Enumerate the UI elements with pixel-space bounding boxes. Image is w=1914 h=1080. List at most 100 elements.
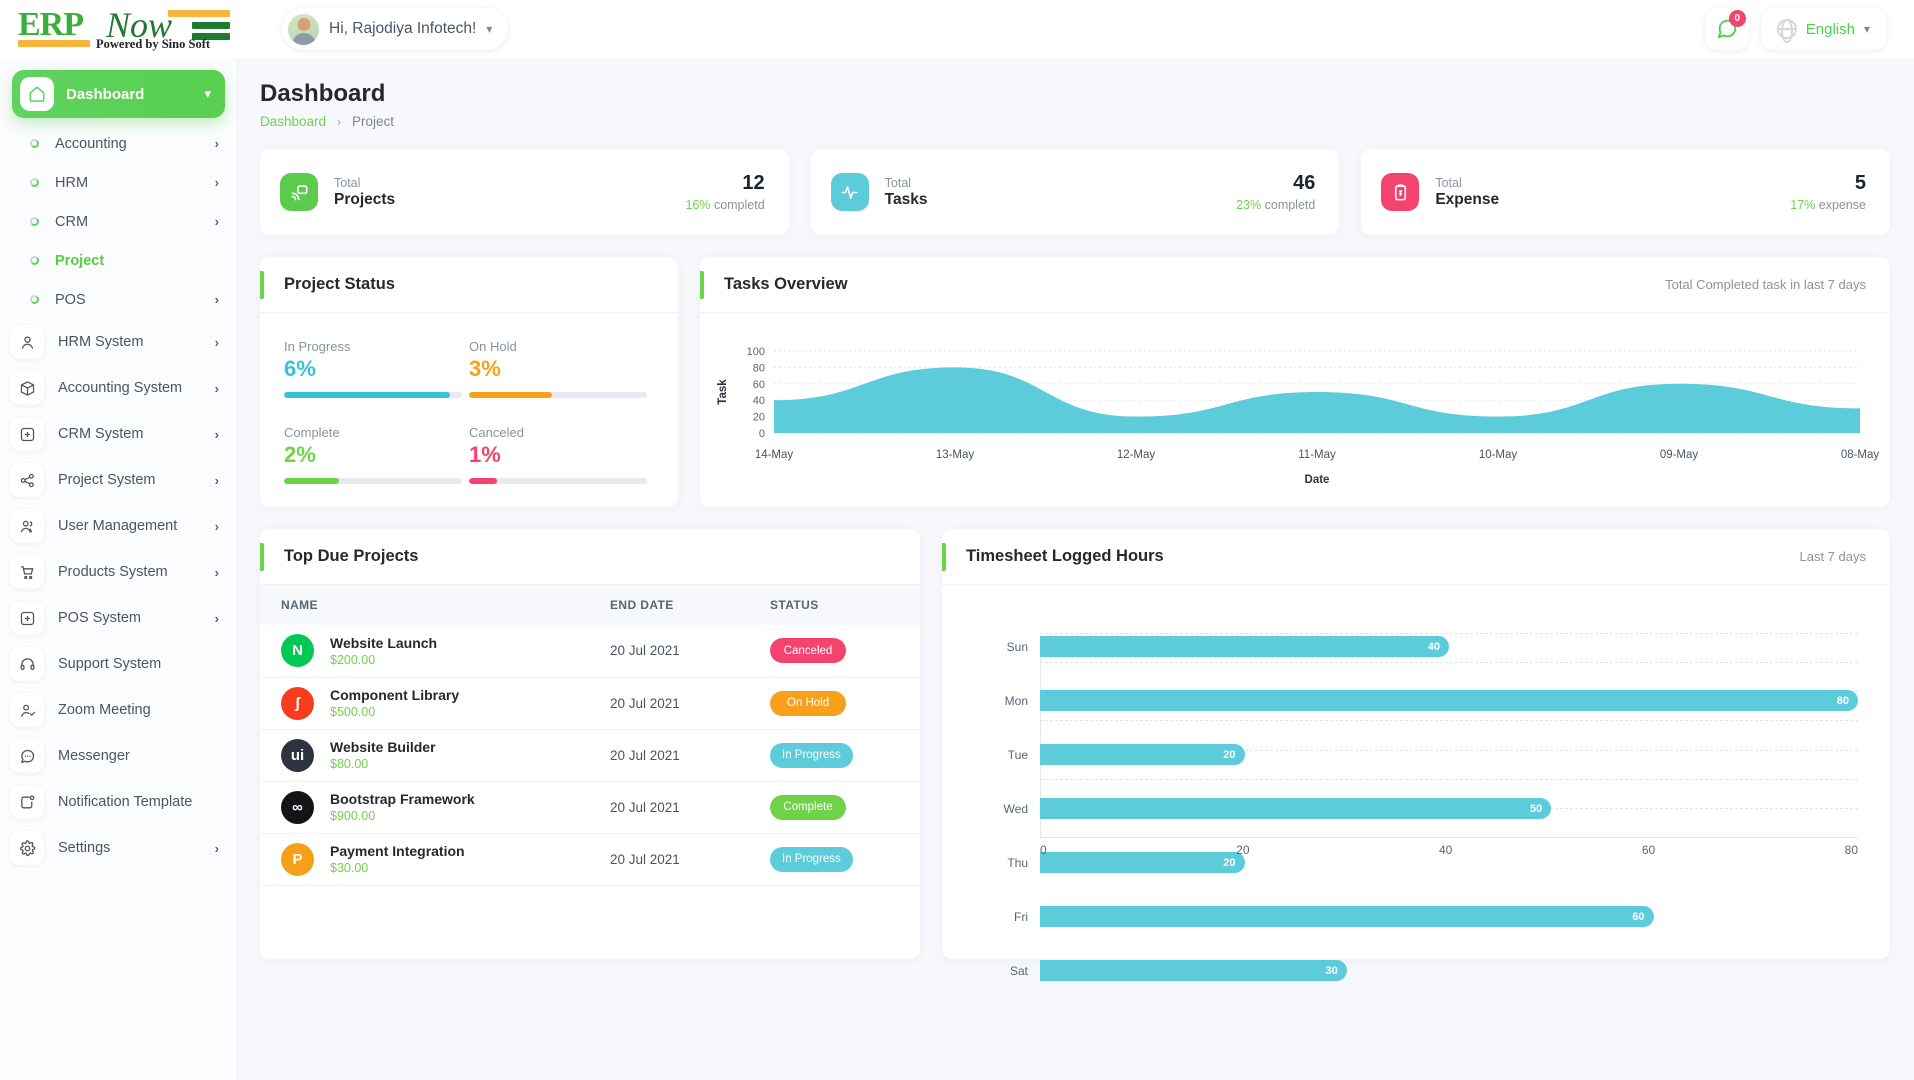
project-avatar: ∞ — [281, 790, 314, 824]
axis-tick: 40 — [1438, 843, 1453, 857]
bullet-icon — [30, 256, 39, 265]
stat-card-expense[interactable]: Total Expense 5 17% expense — [1361, 149, 1891, 235]
bar-track: 30 — [1040, 960, 1858, 981]
sidebar-item-label: Messenger — [58, 748, 130, 764]
timesheet-chart[interactable]: Sun 40 Mon 80 Tue 20 Wed 50 Thu 20 Fri 60 Sat 30 0 20 4… — [942, 585, 1890, 981]
avatar — [288, 13, 319, 45]
chevron-right-icon: › — [214, 334, 219, 350]
chevron-right-icon: › — [214, 380, 219, 396]
panel-title: Top Due Projects — [284, 547, 419, 565]
sidebar-item-dashboard[interactable]: Dashboard ▾ — [12, 70, 225, 118]
status-percent: 3% — [469, 356, 501, 381]
sidebar-item-accounting-system[interactable]: Accounting System › — [0, 365, 237, 411]
sidebar-item-pos[interactable]: POS › — [0, 280, 237, 319]
cast-icon — [280, 173, 318, 211]
chevron-right-icon: › — [214, 518, 219, 534]
status-badge: In Progress — [770, 846, 853, 872]
sidebar-item-label: Settings — [58, 840, 111, 856]
bar-label: Tue — [1007, 747, 1028, 762]
users-icon — [10, 509, 44, 543]
bullet-icon — [30, 139, 39, 148]
stat-value: 5 — [1854, 172, 1867, 194]
messages-button[interactable]: 0 — [1704, 8, 1749, 50]
mid-panels: Project Status In Progress 6% On Hold 3% — [260, 257, 1890, 507]
sidebar-item-messenger[interactable]: Messenger — [0, 733, 237, 779]
project-name: Component Library — [330, 687, 460, 703]
stat-card-tasks[interactable]: Total Tasks 46 23% completd — [810, 149, 1340, 235]
table-row[interactable]: ʃ Component Library $500.00 20 Jul 2021 On H… — [260, 677, 920, 730]
clipboard-dollar-icon — [1381, 173, 1420, 211]
chevron-right-icon: › — [214, 610, 219, 626]
status-badge: Complete — [770, 794, 846, 820]
sidebar-item-user-management[interactable]: User Management › — [0, 503, 237, 549]
sidebar: Dashboard ▾ Accounting › HRM › CRM › Pro… — [0, 58, 238, 1080]
svg-text:60: 60 — [753, 379, 765, 391]
chevron-right-icon: › — [214, 564, 219, 580]
sidebar-item-hrm-system[interactable]: HRM System › — [0, 319, 237, 365]
table-row[interactable]: N Website Launch $200.00 20 Jul 2021 Cancele… — [260, 625, 920, 678]
sidebar-item-hrm[interactable]: HRM › — [0, 163, 237, 202]
user-check-icon — [10, 693, 44, 727]
bell-box-icon — [10, 785, 44, 819]
cell-end-date: 20 Jul 2021 — [610, 781, 770, 834]
sidebar-item-support-system[interactable]: Support System — [0, 641, 237, 687]
axis-tick: 20 — [1236, 843, 1250, 857]
table-row[interactable]: P Payment Integration $30.00 20 Jul 2021 In … — [260, 833, 920, 886]
sidebar-item-products-system[interactable]: Products System › — [0, 549, 237, 595]
project-cost: $200.00 — [330, 652, 376, 667]
logo-tagline: Powered by Sino Soft — [96, 37, 211, 51]
chevron-down-icon: ▾ — [204, 86, 211, 101]
col-name: NAME — [260, 585, 610, 625]
language-selector[interactable]: English ▾ — [1760, 8, 1886, 50]
stat-name: Tasks — [884, 191, 928, 209]
col-status: STATUS — [770, 585, 920, 625]
sidebar-item-pos-system[interactable]: POS System › — [0, 595, 237, 641]
sidebar-item-crm-system[interactable]: CRM System › — [0, 411, 237, 457]
sidebar-item-crm[interactable]: CRM › — [0, 202, 237, 241]
panel-title: Timesheet Logged Hours — [966, 547, 1164, 565]
bar-label: Sat — [1009, 963, 1028, 978]
sidebar-item-zoom-meeting[interactable]: Zoom Meeting — [0, 687, 237, 733]
user-menu[interactable]: Hi, Rajodiya Infotech! ▾ — [282, 8, 509, 50]
table-row[interactable]: ui Website Builder $80.00 20 Jul 2021 In Pro… — [260, 729, 920, 782]
table-body: N Website Launch $200.00 20 Jul 2021 Cancele… — [260, 625, 920, 886]
logo-erp-text: ERP — [18, 6, 84, 43]
sidebar-item-settings[interactable]: Settings › — [0, 825, 237, 871]
bar-track: 60 — [1040, 906, 1858, 927]
bar-fill: 50 — [1040, 798, 1552, 819]
bar-track: 20 — [1040, 744, 1858, 765]
message-badge: 0 — [1728, 10, 1746, 27]
bar-fill: 30 — [1040, 960, 1347, 981]
chevron-right-icon: › — [337, 114, 342, 129]
sidebar-item-project-system[interactable]: Project System › — [0, 457, 237, 503]
project-avatar: N — [281, 634, 314, 668]
stat-card-projects[interactable]: Total Projects 12 16% completd — [260, 149, 789, 235]
sidebar-item-accounting[interactable]: Accounting › — [0, 124, 237, 163]
brand-logo[interactable]: ERP Now Powered by Sino Soft — [0, 0, 238, 58]
sidebar-item-project[interactable]: Project — [0, 241, 237, 280]
gear-icon — [10, 831, 44, 865]
project-avatar: ui — [281, 738, 314, 772]
bar-row: Sat 30 — [994, 957, 1858, 984]
svg-text:11-May: 11-May — [1298, 449, 1336, 461]
sidebar-scroll[interactable]: Dashboard ▾ Accounting › HRM › CRM › Pro… — [0, 58, 237, 911]
cell-end-date: 20 Jul 2021 — [610, 677, 770, 730]
bar-fill: 60 — [1040, 906, 1654, 927]
sidebar-item-notification-template[interactable]: Notification Template — [0, 779, 237, 825]
svg-text:Task: Task — [717, 379, 729, 405]
status-badge: Canceled — [770, 638, 846, 664]
top-bar: ERP Now Powered by Sino Soft Hi, Rajodiy… — [0, 0, 1914, 58]
sidebar-item-label: HRM System — [58, 334, 144, 350]
cell-name: ∞ Bootstrap Framework $900.00 — [260, 781, 610, 834]
cell-status: Complete — [770, 781, 920, 834]
bar-row: Tue 20 — [994, 741, 1858, 768]
status-percent: 6% — [284, 356, 316, 381]
table-row[interactable]: ∞ Bootstrap Framework $900.00 20 Jul 2021 Co… — [260, 781, 920, 834]
stat-total-label: Total — [1435, 175, 1462, 190]
bar-gap — [994, 930, 1858, 957]
breadcrumb-root[interactable]: Dashboard — [260, 114, 326, 129]
tasks-overview-chart[interactable]: 0 20 40 60 80 100 14-May 13-May 12-May 11-May 10-M… — [700, 313, 1890, 506]
bar-fill: 40 — [1040, 636, 1449, 657]
stat-sub-word: expense — [1815, 198, 1867, 212]
svg-text:13-May: 13-May — [936, 449, 975, 461]
